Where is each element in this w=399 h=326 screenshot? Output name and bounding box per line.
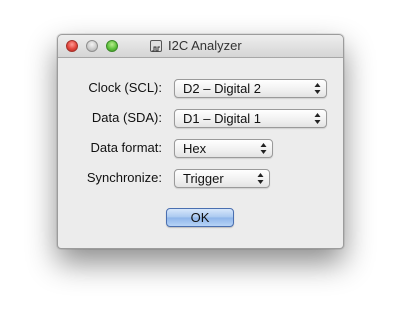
zoom-window-button[interactable] (106, 40, 118, 52)
data-format-select-value: Hex (183, 141, 207, 156)
updown-arrows-icon (257, 172, 264, 185)
data-label: Data (SDA): (91, 110, 162, 125)
updown-arrows-icon (314, 82, 321, 95)
updown-arrows-icon (314, 112, 321, 125)
ok-button[interactable]: OK (166, 208, 234, 227)
synchronize-select-value: Trigger (183, 171, 224, 186)
analyzer-icon (150, 40, 162, 52)
updown-arrows-icon (260, 142, 267, 155)
data-select[interactable]: D1 – Digital 1 (174, 109, 327, 128)
minimize-window-button[interactable] (86, 40, 98, 52)
title-bar[interactable]: I2C Analyzer (58, 35, 343, 58)
synchronize-select[interactable]: Trigger (174, 169, 270, 188)
data-format-select[interactable]: Hex (174, 139, 273, 158)
window-title: I2C Analyzer (168, 38, 242, 53)
i2c-analyzer-dialog: I2C Analyzer Clock (SCL): D2 – Digital 2… (57, 34, 344, 249)
clock-select-value: D2 – Digital 2 (183, 81, 262, 96)
clock-select[interactable]: D2 – Digital 2 (174, 79, 327, 98)
synchronize-label: Synchronize: (86, 170, 162, 185)
data-select-value: D1 – Digital 1 (183, 111, 262, 126)
close-window-button[interactable] (66, 40, 78, 52)
clock-label: Clock (SCL): (88, 80, 162, 95)
data-format-label: Data format: (90, 140, 162, 155)
